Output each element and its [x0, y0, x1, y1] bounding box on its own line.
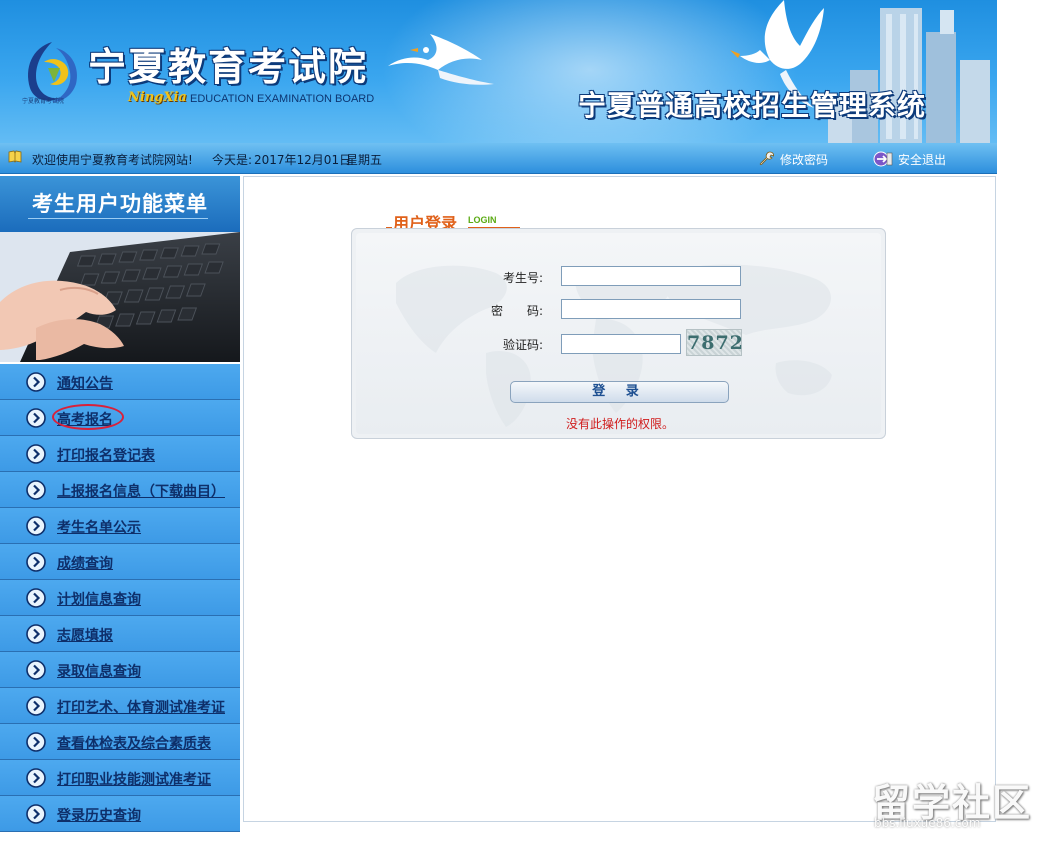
sidebar-item-label: 成绩查询 [57, 556, 113, 572]
wrench-icon [759, 151, 774, 166]
sidebar-title: 考生用户功能菜单 [32, 191, 208, 216]
sidebar-item-label: 录取信息查询 [57, 664, 141, 680]
info-bar: 欢迎使用宁夏教育考试院网站! 今天是: 2017年12月01日 星期五 修改密码… [0, 143, 997, 174]
org-name-english: EDUCATION EXAMINATION BOARD [190, 93, 375, 105]
exam-no-input[interactable] [561, 266, 741, 286]
sidebar: 考生用户功能菜单 通知公告 高考报名 打印报名登记表 上报报名信息（下载曲目） … [0, 176, 240, 844]
circle-arrow-right-icon [26, 624, 46, 644]
captcha-input[interactable] [561, 334, 681, 354]
sidebar-menu: 通知公告 高考报名 打印报名登记表 上报报名信息（下载曲目） 考生名单公示 成绩… [0, 364, 240, 832]
menu-separator [8, 831, 240, 832]
book-icon [8, 150, 22, 163]
sidebar-item-label: 打印职业技能测试准考证 [57, 772, 211, 788]
sidebar-item-submit-registration-info[interactable]: 上报报名信息（下载曲目） [0, 472, 240, 508]
sidebar-item-plan-query[interactable]: 计划信息查询 [0, 580, 240, 616]
sidebar-title-underline [28, 218, 208, 219]
sidebar-item-label: 计划信息查询 [57, 592, 141, 608]
header-banner: 宁夏教育考试院 宁夏教育考试院 NingXia EDUCATION EXAMIN… [0, 0, 997, 143]
sidebar-item-login-history[interactable]: 登录历史查询 [0, 796, 240, 832]
circle-arrow-right-icon [26, 552, 46, 572]
sidebar-item-application[interactable]: 志愿填报 [0, 616, 240, 652]
sidebar-item-admission-query[interactable]: 录取信息查询 [0, 652, 240, 688]
sidebar-item-label: 通知公告 [57, 376, 113, 392]
keyboard-hands-image [0, 232, 240, 362]
watermark: 留学社区 bbs.liuxue86.com [872, 772, 1032, 836]
sidebar-item-print-vocational-ticket[interactable]: 打印职业技能测试准考证 [0, 760, 240, 796]
circle-arrow-right-icon [26, 588, 46, 608]
logout-link[interactable]: 安全退出 [872, 149, 946, 169]
captcha-label: 验证码: [502, 338, 543, 352]
circle-arrow-right-icon [26, 804, 46, 824]
password-input[interactable] [561, 299, 741, 319]
sidebar-header: 考生用户功能菜单 [0, 176, 240, 232]
exit-icon [873, 151, 893, 167]
circle-arrow-right-icon [26, 408, 46, 428]
circle-arrow-right-icon [26, 516, 46, 536]
sidebar-item-label: 考生名单公示 [57, 520, 141, 536]
weekday-text: 星期五 [346, 153, 383, 167]
sidebar-item-label: 登录历史查询 [57, 808, 141, 824]
sidebar-item-candidate-list[interactable]: 考生名单公示 [0, 508, 240, 544]
sidebar-item-print-art-sports-ticket[interactable]: 打印艺术、体育测试准考证 [0, 688, 240, 724]
date-value: 2017年12月01日 [254, 153, 352, 167]
circle-arrow-right-icon [26, 732, 46, 752]
org-name: 宁夏教育考试院 [88, 44, 369, 89]
change-password-link[interactable]: 修改密码 [758, 149, 828, 169]
logo-small-text: 宁夏教育考试院 [22, 98, 65, 105]
sidebar-item-gaokao-registration[interactable]: 高考报名 [0, 400, 240, 436]
highlight-ring [52, 404, 124, 430]
login-button[interactable]: 登 录 [510, 381, 729, 403]
sidebar-item-label: 志愿填报 [57, 628, 113, 644]
sidebar-item-health-quality-forms[interactable]: 查看体检表及综合素质表 [0, 724, 240, 760]
password-label: 密 码: [490, 304, 543, 318]
logout-label: 安全退出 [898, 152, 947, 167]
circle-arrow-right-icon [26, 444, 46, 464]
circle-arrow-right-icon [26, 696, 46, 716]
error-message: 没有此操作的权限。 [566, 417, 675, 431]
sidebar-item-label: 打印艺术、体育测试准考证 [57, 700, 225, 716]
captcha-image[interactable]: 7872 [686, 329, 743, 356]
sidebar-item-label: 打印报名登记表 [57, 448, 155, 464]
exam-no-label: 考生号: [502, 271, 543, 285]
date-label: 今天是: [212, 153, 253, 167]
watermark-url: bbs.liuxue86.com [874, 816, 981, 830]
sidebar-item-label: 查看体检表及综合素质表 [57, 736, 211, 752]
sidebar-item-notices[interactable]: 通知公告 [0, 364, 240, 400]
login-section-subtitle: LOGIN [468, 215, 497, 225]
welcome-text: 欢迎使用宁夏教育考试院网站! [32, 153, 193, 167]
sidebar-item-score-query[interactable]: 成绩查询 [0, 544, 240, 580]
sidebar-item-print-registration-form[interactable]: 打印报名登记表 [0, 436, 240, 472]
change-password-label: 修改密码 [780, 152, 829, 167]
circle-arrow-right-icon [26, 372, 46, 392]
dove-icon [388, 34, 494, 85]
keyboard-photo [0, 232, 240, 362]
circle-arrow-right-icon [26, 768, 46, 788]
system-name: 宁夏普通高校招生管理系统 [578, 89, 927, 122]
circle-arrow-right-icon [26, 660, 46, 680]
circle-arrow-right-icon [26, 480, 46, 500]
sidebar-item-label: 上报报名信息（下载曲目） [57, 484, 225, 500]
ningxia-script-logo: NingXia [128, 90, 187, 105]
